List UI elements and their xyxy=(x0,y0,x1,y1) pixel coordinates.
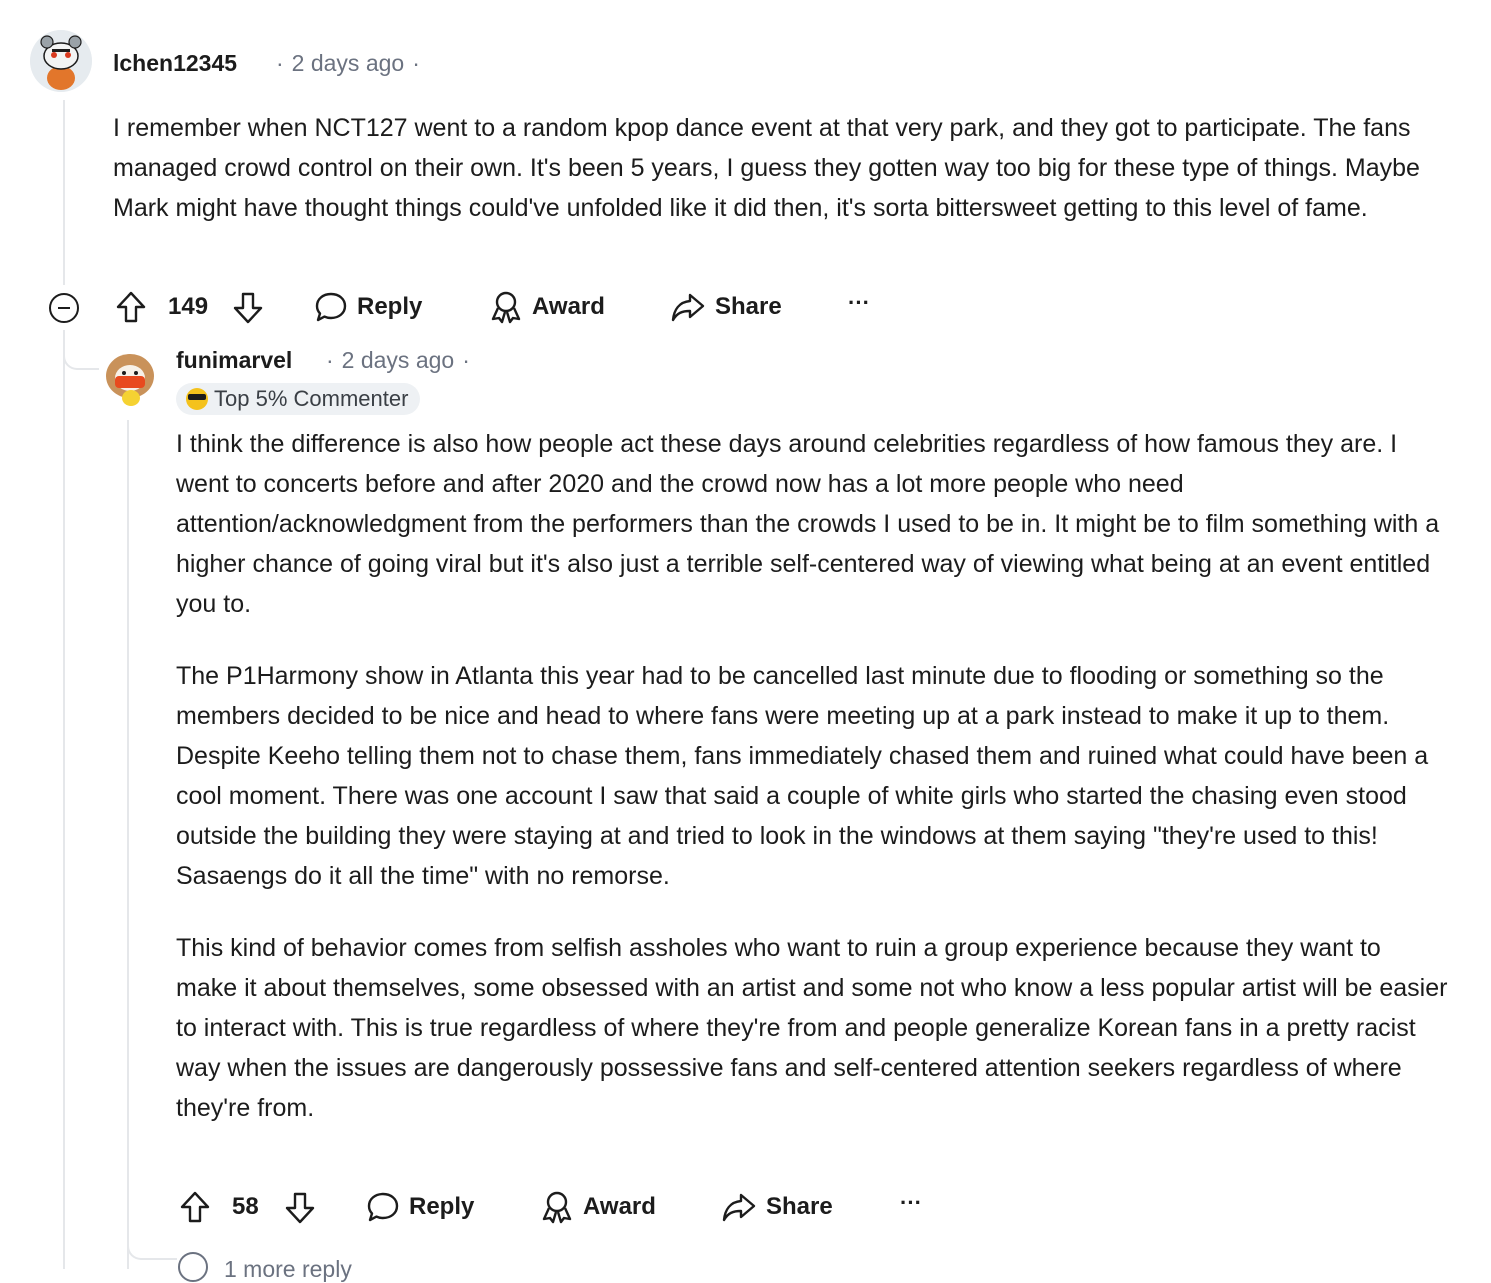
avatar[interactable] xyxy=(30,30,92,92)
avatar[interactable] xyxy=(100,348,160,408)
award-ribbon-icon xyxy=(542,1191,572,1224)
comment-paragraph: The P1Harmony show in Atlanta this year … xyxy=(176,662,1429,890)
downvote-button[interactable] xyxy=(232,291,264,325)
comment-timestamp[interactable]: 2 days ago xyxy=(292,50,405,76)
comment-author[interactable]: funimarvel xyxy=(176,347,292,374)
comment-paragraph: This kind of behavior comes from selfish… xyxy=(176,934,1448,1122)
thread-branch-connector xyxy=(63,330,99,370)
award-label: Award xyxy=(532,293,605,320)
comment-body: I think the difference is also how peopl… xyxy=(176,424,1448,1128)
more-options-button[interactable]: ··· xyxy=(900,1190,922,1216)
commenter-badge: Top 5% Commenter xyxy=(176,383,421,415)
arrow-up-icon xyxy=(116,291,146,323)
reply-button[interactable]: Reply xyxy=(315,290,422,324)
snoo-avatar-icon xyxy=(100,348,160,408)
more-options-icon: ··· xyxy=(900,1190,922,1215)
reply-button[interactable]: Reply xyxy=(367,1190,474,1224)
upvote-button[interactable] xyxy=(115,290,147,324)
award-button[interactable]: Award xyxy=(541,1190,656,1224)
downvote-button[interactable] xyxy=(284,1191,316,1225)
more-replies-connector xyxy=(127,1230,177,1260)
comment-body: I remember when NCT127 went to a random … xyxy=(113,108,1443,228)
more-options-button[interactable]: ··· xyxy=(848,290,870,316)
expand-replies-icon[interactable] xyxy=(178,1252,208,1282)
meta-separator: · xyxy=(276,50,284,76)
comment-meta: · 2 days ago · xyxy=(318,347,478,374)
meta-separator: · xyxy=(326,347,334,373)
snoo-avatar-icon xyxy=(30,30,92,92)
award-ribbon-icon xyxy=(491,291,521,324)
sunglasses-emoji-icon xyxy=(186,388,208,410)
more-replies-link[interactable]: 1 more reply xyxy=(224,1256,352,1283)
badge-label: Top 5% Commenter xyxy=(214,386,409,411)
speech-bubble-icon xyxy=(367,1192,399,1222)
share-arrow-icon xyxy=(671,293,705,322)
reply-label: Reply xyxy=(409,1193,475,1220)
comment-timestamp[interactable]: 2 days ago xyxy=(342,347,455,373)
share-button[interactable]: Share xyxy=(722,1190,833,1224)
comment-author[interactable]: lchen12345 xyxy=(113,50,237,77)
thread-line-main[interactable] xyxy=(63,100,65,285)
comment-paragraph: I think the difference is also how peopl… xyxy=(176,430,1440,618)
arrow-up-icon xyxy=(180,1191,210,1223)
collapse-thread-button[interactable] xyxy=(49,293,79,323)
upvote-button[interactable] xyxy=(179,1190,211,1224)
speech-bubble-icon xyxy=(315,292,347,322)
award-button[interactable]: Award xyxy=(490,290,605,324)
vote-count: 149 xyxy=(168,293,209,320)
comment-paragraph: I remember when NCT127 went to a random … xyxy=(113,114,1420,222)
more-options-icon: ··· xyxy=(848,290,870,315)
award-label: Award xyxy=(583,1193,656,1220)
vote-count: 58 xyxy=(232,1193,259,1220)
share-label: Share xyxy=(766,1193,833,1220)
reply-label: Reply xyxy=(357,293,423,320)
arrow-down-icon xyxy=(285,1192,315,1224)
thread-line-main-lower[interactable] xyxy=(63,330,65,1269)
arrow-down-icon xyxy=(233,292,263,324)
share-button[interactable]: Share xyxy=(671,290,782,324)
meta-separator: · xyxy=(462,347,470,373)
comment-meta: · 2 days ago · xyxy=(268,50,428,77)
share-label: Share xyxy=(715,293,782,320)
share-arrow-icon xyxy=(722,1193,756,1222)
thread-line-reply[interactable] xyxy=(127,420,129,1269)
meta-separator: · xyxy=(412,50,420,76)
